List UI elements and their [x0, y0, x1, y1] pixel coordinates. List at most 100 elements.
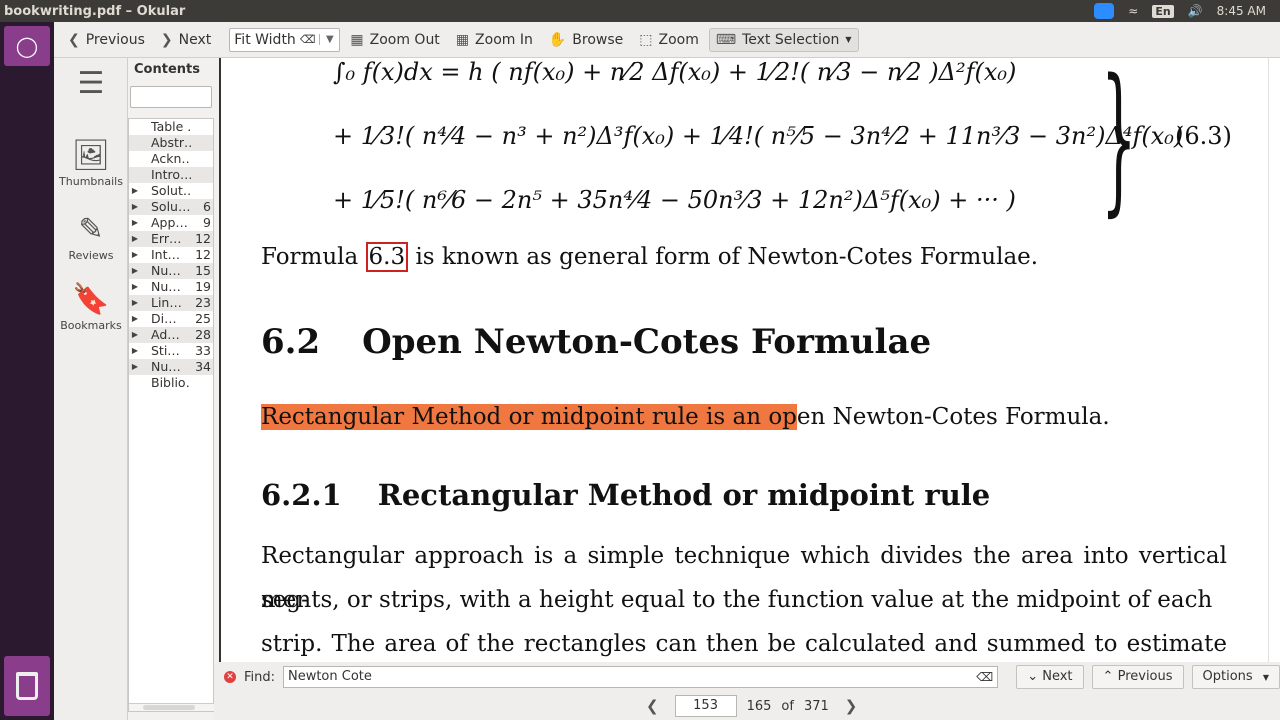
- equation-line-1: ∫₀ f(x)dx = h ( nf(x₀) + n⁄2 Δf(x₀) + 1⁄…: [333, 58, 1017, 86]
- toc-item[interactable]: ▶ Solut…: [129, 183, 213, 199]
- find-bar: ✕ Find: Newton Cote ⌫ ⌄ Next ⌃ Previous …: [214, 662, 1280, 692]
- bookmarks-panel-button[interactable]: 🔖 Bookmarks: [54, 282, 128, 332]
- formula-suffix: is known as general form of Newton-Cotes…: [415, 244, 1039, 270]
- expand-arrow-icon[interactable]: ▶: [129, 311, 141, 327]
- toc-item[interactable]: ▶ Nu… 15: [129, 263, 213, 279]
- find-input[interactable]: Newton Cote ⌫: [282, 666, 999, 688]
- zoom-in-button[interactable]: ▦ Zoom In: [450, 29, 539, 51]
- toc-item-label: Solut…: [151, 183, 191, 198]
- toc-item-label: App…: [151, 215, 188, 230]
- toc-item[interactable]: ▶ Di… 25: [129, 311, 213, 327]
- zoom-mode-select[interactable]: Fit Width ⌫ ▼: [229, 27, 341, 52]
- chevron-down-icon: ▼: [1262, 673, 1269, 682]
- expand-arrow-icon[interactable]: ▶: [129, 199, 141, 215]
- find-next-button[interactable]: ⌄ Next: [1016, 665, 1084, 689]
- expand-arrow-icon[interactable]: ▶: [129, 231, 141, 247]
- expand-arrow-icon[interactable]: ▶: [129, 215, 141, 231]
- expand-arrow-icon[interactable]: ▶: [129, 183, 141, 199]
- clear-icon[interactable]: ⌫: [976, 667, 993, 687]
- window-title: bookwriting.pdf – Okular: [4, 3, 186, 19]
- system-tray: ≈ En 🔊 8:45 AM: [1094, 3, 1280, 19]
- chevron-down-icon[interactable]: ▼: [319, 34, 339, 45]
- keyboard-language-indicator[interactable]: En: [1152, 4, 1174, 18]
- toc-item-page: 15: [195, 263, 211, 278]
- image-icon: 🖼: [71, 138, 111, 173]
- toc-item[interactable]: ▶ Nu… 19: [129, 279, 213, 295]
- chevron-right-icon[interactable]: ❯: [845, 697, 858, 715]
- text-cursor-icon: ⌨: [715, 31, 737, 48]
- toc-item-page: 25: [195, 311, 211, 326]
- expand-arrow-icon[interactable]: ▶: [129, 327, 141, 343]
- zoom-out-button[interactable]: ▦ Zoom Out: [344, 29, 445, 51]
- trash-icon[interactable]: [4, 656, 50, 716]
- wifi-icon[interactable]: ≈: [1128, 4, 1138, 18]
- toc-item-page: 28: [195, 327, 211, 342]
- toc-item[interactable]: ▶ Ad… 28: [129, 327, 213, 343]
- toc-item-page: [191, 167, 213, 183]
- ubuntu-dash-icon[interactable]: ◯: [4, 26, 50, 66]
- expand-arrow-icon[interactable]: ▶: [129, 295, 141, 311]
- find-label: Find:: [243, 669, 275, 685]
- previous-page-button[interactable]: ❮ Previous: [62, 29, 151, 51]
- selected-text[interactable]: Rectangular Method or midpoint rule is a…: [261, 404, 797, 430]
- toc-item-page: 6: [203, 199, 211, 214]
- toc-item-label: Sti…: [151, 343, 180, 358]
- toc-item-label: Nu…: [151, 359, 181, 374]
- subsection-number: 6.2.1: [261, 478, 342, 512]
- equation-brace: }: [1101, 58, 1137, 231]
- zoom-app-icon[interactable]: [1094, 3, 1115, 19]
- toc-item[interactable]: ▶ Solu… 6: [129, 199, 213, 215]
- find-options-button[interactable]: Options ▼: [1191, 665, 1280, 689]
- clear-icon[interactable]: ⌫: [300, 33, 320, 46]
- toc-item-label: Nu…: [151, 279, 181, 294]
- reviews-panel-button[interactable]: ✎ Reviews: [54, 212, 128, 262]
- volume-icon[interactable]: 🔊: [1188, 4, 1203, 18]
- intro-paragraph: Rectangular Method or midpoint rule is a…: [261, 404, 1110, 430]
- thumbnails-panel-button[interactable]: 🖼 Thumbnails: [54, 138, 128, 188]
- zoom-tool-button[interactable]: ⬚ Zoom: [633, 29, 705, 51]
- toc-item[interactable]: ▶ Sti… 33: [129, 343, 213, 359]
- toc-item[interactable]: Ackn…: [129, 151, 213, 167]
- toc-item[interactable]: ▶ Int… 12: [129, 247, 213, 263]
- text-selection-tool-button[interactable]: ⌨ Text Selection ▼: [708, 27, 859, 52]
- toc-item[interactable]: Intro…: [129, 167, 213, 183]
- find-previous-button[interactable]: ⌃ Previous: [1091, 665, 1184, 689]
- toc-item[interactable]: ▶ App… 9: [129, 215, 213, 231]
- find-next-label: Next: [1042, 669, 1073, 684]
- toc-item[interactable]: ▶ Nu… 34: [129, 359, 213, 375]
- toc-item[interactable]: ▶ Err… 12: [129, 231, 213, 247]
- table-of-contents-tree[interactable]: Table …Abstr…Ackn…Intro… ▶ Solut… ▶ Solu… 6 ▶ A…: [128, 118, 215, 712]
- toc-item[interactable]: Abstr…: [129, 135, 213, 151]
- page-number-input[interactable]: 153: [674, 695, 737, 717]
- contents-panel-button[interactable]: ☰: [54, 66, 128, 103]
- zoom-in-icon: ▦: [455, 31, 470, 48]
- next-page-button[interactable]: ❯ Next: [155, 29, 217, 51]
- document-viewport[interactable]: ∫₀ f(x)dx = h ( nf(x₀) + n⁄2 Δf(x₀) + 1⁄…: [221, 58, 1268, 662]
- equation-reference-link[interactable]: 6.3: [365, 242, 409, 272]
- browse-tool-button[interactable]: ✋ Browse: [543, 29, 629, 51]
- expand-arrow-icon[interactable]: ▶: [129, 263, 141, 279]
- clock[interactable]: 8:45 AM: [1217, 4, 1266, 18]
- horizontal-scrollbar[interactable]: [129, 703, 215, 711]
- contents-search-input[interactable]: [130, 86, 212, 108]
- expand-arrow-icon[interactable]: ▶: [129, 279, 141, 295]
- expand-arrow-icon[interactable]: ▶: [129, 359, 141, 375]
- chevron-left-icon[interactable]: ❮: [646, 697, 659, 715]
- toc-item[interactable]: Biblio…: [129, 375, 213, 391]
- page-number-value: 153: [693, 698, 718, 713]
- toc-item[interactable]: Table …: [129, 119, 213, 135]
- bookmark-icon: 🔖: [72, 282, 110, 317]
- close-find-icon[interactable]: ✕: [224, 671, 236, 683]
- expand-arrow-icon[interactable]: ▶: [129, 343, 141, 359]
- expand-arrow-icon[interactable]: ▶: [129, 247, 141, 263]
- toc-item-label: Int…: [151, 247, 181, 262]
- find-previous-label: Previous: [1117, 669, 1173, 684]
- toc-indent: [129, 119, 141, 135]
- equation-line-2: + 1⁄3!( n⁴⁄4 − n³ + n²)Δ³f(x₀) + 1⁄4!( n…: [333, 122, 1184, 150]
- vertical-scrollbar[interactable]: [1268, 58, 1280, 662]
- toc-item-page: 12: [195, 247, 211, 262]
- toc-item-page: 33: [195, 343, 211, 358]
- toc-item[interactable]: ▶ Lin… 23: [129, 295, 213, 311]
- chevron-down-icon: ⌄: [1027, 669, 1039, 684]
- bookmarks-label: Bookmarks: [60, 319, 122, 332]
